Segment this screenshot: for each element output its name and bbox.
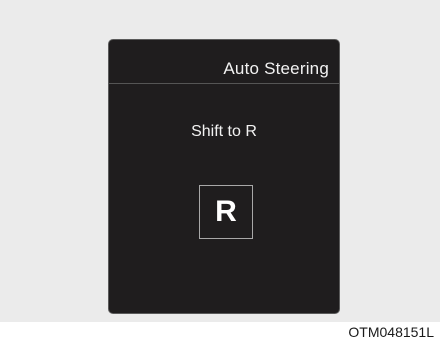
warning-message: Shift to R <box>191 123 257 140</box>
display-header: Auto Steering <box>109 40 339 84</box>
gear-indicator-letter: R <box>215 195 237 228</box>
figure-code-label: OTM048151L <box>348 324 434 340</box>
gear-indicator-box: R <box>199 185 253 239</box>
instrument-cluster-display: Auto Steering Shift to R R <box>108 39 340 314</box>
display-title: Auto Steering <box>223 59 329 78</box>
